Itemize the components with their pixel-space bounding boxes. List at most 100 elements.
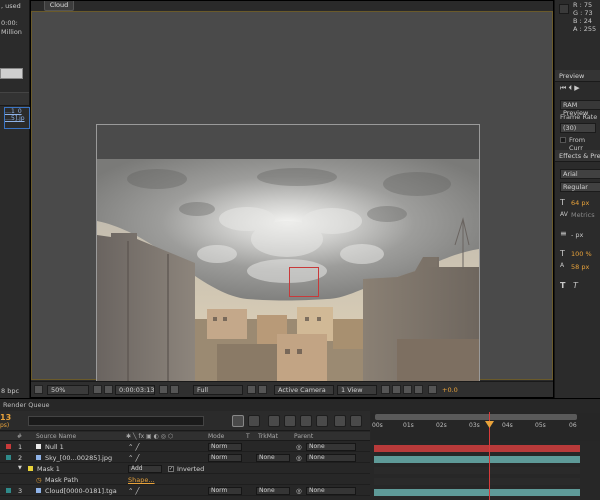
blend-mode-dropdown[interactable]: Norm xyxy=(208,443,242,451)
exposure-icon[interactable] xyxy=(428,385,437,394)
font-style-dropdown[interactable]: Regular xyxy=(560,182,600,192)
parent-pickwhip-icon[interactable]: ◎ xyxy=(296,443,302,451)
ruler-tick-label: 00s xyxy=(372,422,383,429)
camera-snapshot-icon[interactable] xyxy=(104,385,113,394)
motion-blur-icon[interactable] xyxy=(300,415,312,427)
always-preview-icon[interactable] xyxy=(34,385,43,394)
toggle-pixel-aspect-icon[interactable] xyxy=(381,385,390,394)
previous-frame-icon[interactable]: ⏴ xyxy=(569,84,573,92)
view-layout-dropdown[interactable]: 1 View xyxy=(337,385,377,395)
camera-view-dropdown[interactable]: Active Camera xyxy=(274,385,334,395)
mask-shape-link[interactable]: Shape... xyxy=(128,476,155,484)
layer-name[interactable]: Null 1 xyxy=(45,443,64,451)
project-file-item[interactable]: …1_0 xyxy=(5,108,29,115)
render-queue-tab[interactable]: Render Queue xyxy=(0,401,50,409)
fast-previews-icon[interactable] xyxy=(392,385,401,394)
transparency-grid-icon[interactable] xyxy=(258,385,267,394)
show-snapshot-icon[interactable] xyxy=(159,385,168,394)
vertical-scale-value[interactable]: 100 % xyxy=(571,250,592,258)
layer-duration-bar[interactable] xyxy=(374,445,580,452)
time-ruler[interactable]: 00s 01s 02s 03s 04s 05s 06 xyxy=(371,413,600,441)
brainstorm-icon[interactable] xyxy=(316,415,328,427)
layer-label-color[interactable] xyxy=(6,444,11,449)
comp-mini-flowchart-icon[interactable] xyxy=(232,415,244,427)
ram-preview-dropdown[interactable]: RAM Preview xyxy=(560,100,600,117)
parent-dropdown[interactable]: None xyxy=(306,454,356,462)
timeline-toolbar: 13 ps) xyxy=(0,411,370,431)
column-source-name[interactable]: Source Name xyxy=(36,433,76,440)
resolution-dropdown[interactable]: Full xyxy=(193,385,243,395)
auto-keyframe-icon[interactable] xyxy=(334,415,346,427)
null-object-marker[interactable] xyxy=(289,267,319,297)
expand-mask-icon[interactable]: ▼ xyxy=(18,465,22,471)
column-mode[interactable]: Mode xyxy=(208,433,224,440)
layer-search-input[interactable] xyxy=(28,416,204,426)
trkmat-dropdown[interactable]: None xyxy=(256,487,290,495)
region-of-interest-icon[interactable] xyxy=(247,385,256,394)
layer-duration-bar[interactable] xyxy=(374,489,580,496)
kerning-value[interactable]: Metrics xyxy=(571,211,595,219)
blend-mode-dropdown[interactable]: Norm xyxy=(208,487,242,495)
frame-rate-dropdown[interactable]: (30) xyxy=(560,123,596,133)
parent-dropdown[interactable]: None xyxy=(306,443,356,451)
layer-name[interactable]: Cloud[0000-0181].tga xyxy=(45,487,117,495)
mask-row[interactable]: ▼ Mask 1 Add ✓ Inverted xyxy=(0,464,370,474)
draft-3d-icon[interactable] xyxy=(248,415,260,427)
switch-icons[interactable]: ⌃ ╱ xyxy=(128,454,139,462)
trkmat-dropdown[interactable]: None xyxy=(256,454,290,462)
layer-label-color[interactable] xyxy=(6,455,11,460)
stopwatch-icon[interactable]: ◷ xyxy=(36,476,42,484)
grid-icon[interactable] xyxy=(93,385,102,394)
timeline-current-time[interactable]: 13 xyxy=(0,413,11,422)
faux-bold-icon[interactable]: T xyxy=(560,281,565,290)
composition-tab[interactable]: Cloud xyxy=(44,1,74,11)
parent-pickwhip-icon[interactable]: ◎ xyxy=(296,454,302,462)
current-time-display[interactable]: 0:00:03:13 xyxy=(115,385,155,395)
font-family-dropdown[interactable]: Arial xyxy=(560,169,600,179)
preview-tab[interactable]: Preview xyxy=(555,70,600,82)
first-frame-icon[interactable]: ⏮ xyxy=(560,84,566,92)
mask-mode-dropdown[interactable]: Add xyxy=(128,465,162,473)
mask-name[interactable]: Mask 1 xyxy=(37,465,60,473)
work-area-bar[interactable] xyxy=(375,414,577,420)
parent-dropdown[interactable]: None xyxy=(306,487,356,495)
column-parent[interactable]: Parent xyxy=(294,433,313,440)
layer-label-color[interactable] xyxy=(6,488,11,493)
composition-viewer[interactable] xyxy=(31,11,553,386)
inverted-checkbox[interactable]: ✓ xyxy=(168,466,174,472)
shy-layers-icon[interactable] xyxy=(268,415,280,427)
channel-icon[interactable] xyxy=(170,385,179,394)
layer-row[interactable]: 3 Cloud[0000-0181].tga ⌃ ╱ Norm None ◎ N… xyxy=(0,486,370,496)
switch-icons[interactable]: ⌃ ╱ xyxy=(128,487,139,495)
switch-icons[interactable]: ⌃ ╱ xyxy=(128,443,139,451)
flowchart-icon[interactable] xyxy=(414,385,423,394)
from-current-checkbox[interactable] xyxy=(560,137,566,143)
exposure-value[interactable]: +0.0 xyxy=(442,386,458,394)
mask-path-row[interactable]: ◷ Mask Path Shape... xyxy=(0,475,370,485)
inverted-label: Inverted xyxy=(177,465,205,473)
font-size-value[interactable]: 64 px xyxy=(571,199,589,207)
parent-pickwhip-icon[interactable]: ◎ xyxy=(296,487,302,495)
project-file-list[interactable]: …1_0 …5].jp xyxy=(4,107,30,129)
effects-presets-tab[interactable]: Effects & Pre xyxy=(555,150,600,162)
play-icon[interactable]: ▶ xyxy=(574,84,579,92)
timeline-icon[interactable] xyxy=(403,385,412,394)
magnification-dropdown[interactable]: 50% xyxy=(47,385,89,395)
faux-italic-icon[interactable]: T xyxy=(573,281,578,290)
layer-duration-bar[interactable] xyxy=(374,456,580,463)
project-search-input[interactable] xyxy=(0,68,23,79)
column-trkmat[interactable]: TrkMat xyxy=(258,433,278,440)
composition-frame[interactable] xyxy=(96,124,480,386)
frame-blending-icon[interactable] xyxy=(284,415,296,427)
layer-row[interactable]: 1 Null 1 ⌃ ╱ Norm ◎ None xyxy=(0,442,370,452)
preview-controls[interactable]: ⏮ ⏴ ▶ xyxy=(560,84,580,93)
layer-name[interactable]: Sky_[00...00285].jpg xyxy=(45,454,112,462)
leading-value[interactable]: - px xyxy=(571,231,583,239)
layer-row[interactable]: 2 Sky_[00...00285].jpg ⌃ ╱ Norm None ◎ N… xyxy=(0,453,370,463)
bit-depth-label[interactable]: 8 bpc xyxy=(1,387,19,395)
baseline-shift-value[interactable]: 58 px xyxy=(571,263,589,271)
project-file-item[interactable]: …5].jp xyxy=(5,115,29,122)
mask-color-swatch[interactable] xyxy=(28,466,33,471)
blend-mode-dropdown[interactable]: Norm xyxy=(208,454,242,462)
graph-editor-icon[interactable] xyxy=(350,415,362,427)
